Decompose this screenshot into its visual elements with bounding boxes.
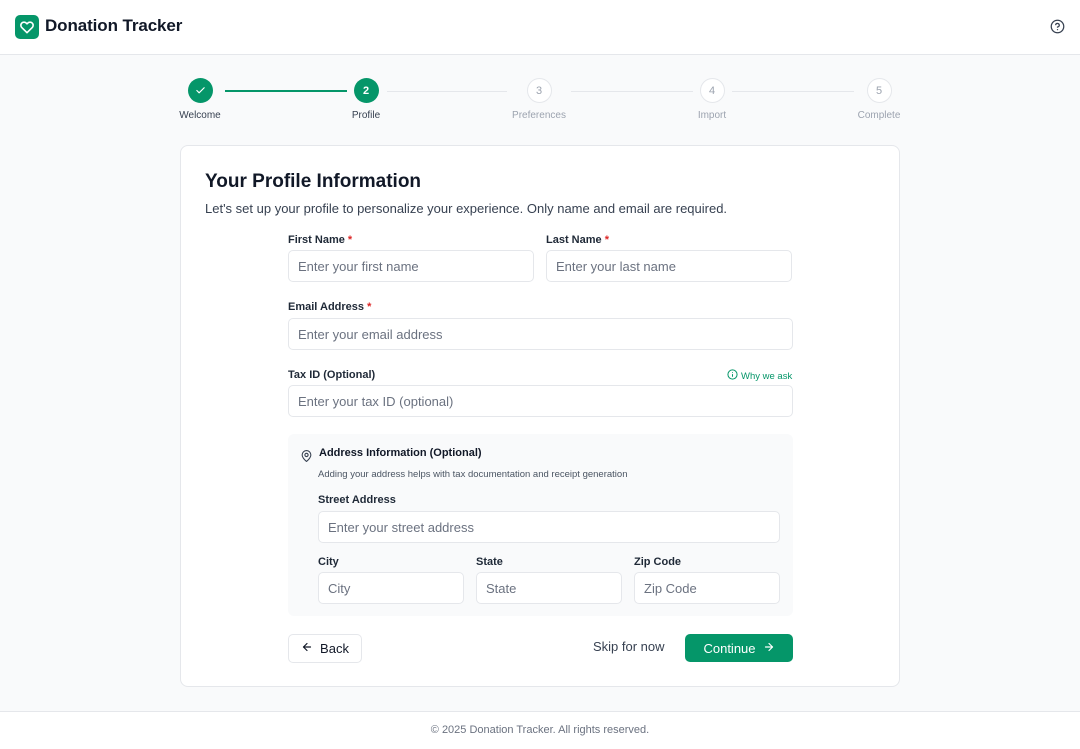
continue-button[interactable]: Continue bbox=[685, 634, 793, 662]
email-label-text: Email Address bbox=[288, 301, 365, 313]
state-label: State bbox=[476, 556, 503, 568]
page-title: Your Profile Information bbox=[205, 171, 422, 192]
app-title: Donation Tracker bbox=[45, 16, 183, 35]
step-label: Import bbox=[697, 110, 727, 121]
back-button[interactable]: Back bbox=[288, 634, 362, 663]
step-welcome: Welcome bbox=[140, 78, 260, 121]
app-header: Donation Tracker bbox=[0, 0, 1080, 55]
city-field[interactable] bbox=[318, 572, 464, 604]
step-number: 4 bbox=[699, 78, 725, 103]
continue-button-label: Continue bbox=[703, 640, 756, 656]
help-circle-icon[interactable] bbox=[1049, 18, 1066, 35]
step-complete: 5 Complete bbox=[819, 78, 939, 121]
page-subtitle: Let's set up your profile to personalize… bbox=[205, 201, 728, 216]
first-name-field[interactable] bbox=[288, 250, 534, 282]
zip-code-field[interactable] bbox=[634, 572, 780, 604]
step-label: Complete bbox=[857, 110, 901, 121]
tax-id-label: Tax ID (Optional) bbox=[288, 369, 376, 381]
address-section: Address Information (Optional) Adding yo… bbox=[288, 434, 793, 616]
address-section-title: Address Information (Optional) bbox=[319, 447, 482, 459]
city-label: City bbox=[318, 556, 339, 568]
why-we-ask-link[interactable]: Why we ask bbox=[727, 369, 792, 383]
map-pin-icon bbox=[300, 449, 313, 468]
step-import: 4 Import bbox=[652, 78, 772, 121]
first-name-label-text: First Name bbox=[288, 234, 345, 246]
first-name-label: First Name * bbox=[288, 234, 352, 246]
step-number: 5 bbox=[866, 78, 892, 103]
arrow-left-icon bbox=[301, 641, 313, 656]
progress-stepper: Welcome 2 Profile 3 Preferences 4 Import… bbox=[0, 78, 1080, 128]
step-profile: 2 Profile bbox=[306, 78, 426, 121]
heart-icon bbox=[15, 15, 39, 39]
step-preferences: 3 Preferences bbox=[479, 78, 599, 121]
back-button-label: Back bbox=[320, 641, 349, 656]
street-address-field[interactable] bbox=[318, 511, 780, 543]
street-address-label: Street Address bbox=[318, 494, 396, 506]
address-section-note: Adding your address helps with tax docum… bbox=[318, 469, 628, 480]
profile-card: Your Profile Information Let's set up yo… bbox=[180, 145, 900, 687]
email-label: Email Address * bbox=[288, 301, 371, 313]
tax-id-field[interactable] bbox=[288, 385, 793, 417]
app-footer: © 2025 Donation Tracker. All rights rese… bbox=[0, 711, 1080, 749]
step-label: Profile bbox=[351, 110, 381, 121]
step-number: 2 bbox=[353, 78, 379, 103]
step-label: Welcome bbox=[179, 110, 221, 121]
arrow-right-icon bbox=[763, 641, 775, 656]
state-field[interactable] bbox=[476, 572, 622, 604]
skip-button[interactable]: Skip for now bbox=[593, 639, 665, 654]
required-marker: * bbox=[367, 301, 372, 313]
why-we-ask-text: Why we ask bbox=[741, 370, 793, 382]
copyright-text: © 2025 Donation Tracker. All rights rese… bbox=[430, 724, 650, 736]
last-name-field[interactable] bbox=[546, 250, 792, 282]
last-name-label-text: Last Name bbox=[546, 234, 602, 246]
email-field[interactable] bbox=[288, 318, 793, 350]
required-marker: * bbox=[347, 234, 353, 246]
required-marker: * bbox=[604, 234, 609, 246]
step-label: Preferences bbox=[512, 110, 566, 121]
step-number: 3 bbox=[526, 78, 552, 103]
info-icon bbox=[727, 369, 738, 383]
zip-code-label: Zip Code bbox=[634, 556, 682, 568]
check-icon bbox=[187, 78, 213, 103]
last-name-label: Last Name * bbox=[546, 234, 609, 246]
